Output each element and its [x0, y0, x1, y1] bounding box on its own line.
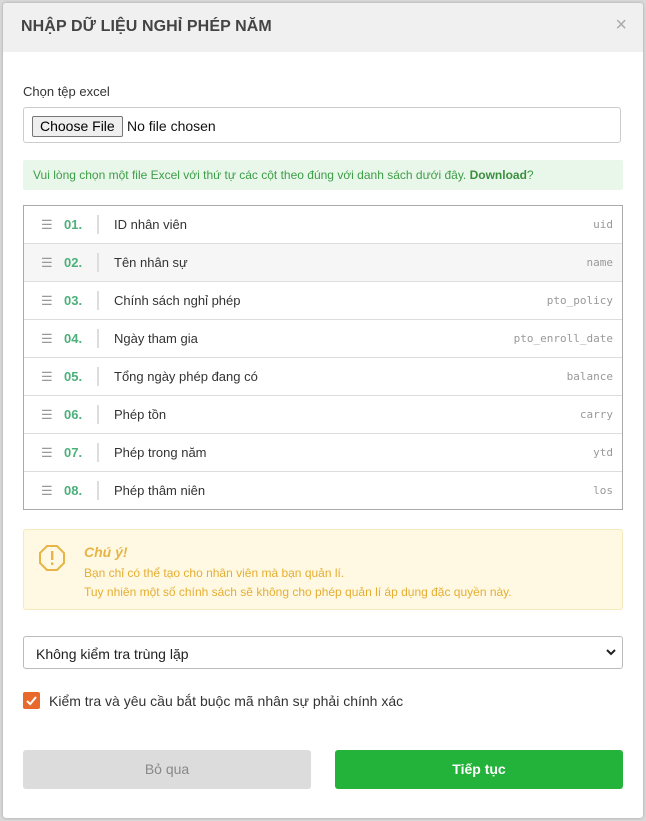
select-value: Không kiểm tra trùng lặp [36, 646, 189, 662]
column-key: name [586, 256, 614, 269]
info-message: Vui lòng chọn một file Excel với thứ tự … [23, 160, 623, 190]
column-name: Ngày tham gia [114, 331, 198, 346]
divider [97, 405, 99, 424]
column-number: 06. [64, 407, 83, 422]
column-order-list: ☰ 01. ID nhân viên uid ☰ 02. Tên nhân sự… [23, 205, 623, 510]
close-icon[interactable]: × [615, 15, 627, 35]
info-suffix: ? [526, 168, 534, 182]
drag-handle-icon[interactable]: ☰ [41, 217, 53, 233]
column-key: ytd [593, 446, 613, 459]
column-name: Phép tồn [114, 407, 167, 422]
column-number: 03. [64, 293, 83, 308]
duplicate-check-select[interactable]: Không kiểm tra trùng lặp [23, 636, 623, 669]
column-key: pto_enroll_date [513, 332, 613, 345]
column-row[interactable]: ☰ 04. Ngày tham gia pto_enroll_date [24, 320, 622, 358]
column-name: Chính sách nghỉ phép [114, 293, 241, 308]
column-name: ID nhân viên [114, 217, 187, 232]
divider [97, 443, 99, 462]
drag-handle-icon[interactable]: ☰ [41, 255, 53, 271]
checkmark-icon [26, 696, 37, 706]
column-number: 04. [64, 331, 83, 346]
column-row[interactable]: ☰ 02. Tên nhân sự name [24, 244, 622, 282]
skip-button[interactable]: Bỏ qua [23, 750, 311, 789]
drag-handle-icon[interactable]: ☰ [41, 445, 53, 461]
strict-check-checkbox[interactable] [23, 692, 40, 709]
file-input[interactable]: Choose File No file chosen [23, 107, 621, 143]
file-status: No file chosen [127, 118, 216, 134]
column-name: Tên nhân sự [114, 255, 188, 270]
column-key: uid [593, 218, 613, 231]
drag-handle-icon[interactable]: ☰ [41, 331, 53, 347]
choose-file-button[interactable]: Choose File [32, 116, 123, 137]
divider [97, 481, 99, 500]
strict-check-label[interactable]: Kiểm tra và yêu cầu bắt buộc mã nhân sự … [49, 693, 403, 709]
warning-box: Chú ý! Bạn chỉ có thể tạo cho nhân viên … [23, 529, 623, 610]
info-text: Vui lòng chọn một file Excel với thứ tự … [33, 168, 470, 182]
modal-title: NHẬP DỮ LIỆU NGHỈ PHÉP NĂM [21, 18, 272, 35]
column-name: Phép trong năm [114, 445, 207, 460]
download-link[interactable]: Download [470, 168, 527, 182]
divider [97, 291, 99, 310]
column-key: los [593, 484, 613, 497]
divider [97, 215, 99, 234]
warning-line: Bạn chỉ có thể tạo cho nhân viên mà bạn … [84, 566, 345, 580]
column-row[interactable]: ☰ 01. ID nhân viên uid [24, 206, 622, 244]
column-number: 08. [64, 483, 83, 498]
divider [97, 329, 99, 348]
divider [97, 253, 99, 272]
drag-handle-icon[interactable]: ☰ [41, 407, 53, 423]
column-row[interactable]: ☰ 08. Phép thâm niên los [24, 472, 622, 509]
column-number: 02. [64, 255, 83, 270]
column-number: 05. [64, 369, 83, 384]
drag-handle-icon[interactable]: ☰ [41, 369, 53, 385]
divider [97, 367, 99, 386]
warning-octagon-icon [39, 545, 65, 571]
drag-handle-icon[interactable]: ☰ [41, 293, 53, 309]
column-key: carry [579, 408, 613, 421]
import-pto-modal: NHẬP DỮ LIỆU NGHỈ PHÉP NĂM × Chọn tệp ex… [3, 3, 643, 818]
drag-handle-icon[interactable]: ☰ [41, 483, 53, 499]
column-row[interactable]: ☰ 07. Phép trong năm ytd [24, 434, 622, 472]
column-row[interactable]: ☰ 03. Chính sách nghỉ phép pto_policy [24, 282, 622, 320]
column-name: Phép thâm niên [114, 483, 206, 498]
continue-button[interactable]: Tiếp tục [335, 750, 623, 789]
chevron-down-icon [606, 649, 616, 656]
column-row[interactable]: ☰ 06. Phép tồn carry [24, 396, 622, 434]
warning-title: Chú ý! [84, 544, 128, 560]
column-number: 07. [64, 445, 83, 460]
column-name: Tổng ngày phép đang có [114, 369, 258, 384]
modal-header: NHẬP DỮ LIỆU NGHỈ PHÉP NĂM × [3, 3, 643, 52]
file-input-label: Chọn tệp excel [23, 84, 110, 99]
column-key: balance [566, 370, 613, 383]
warning-line: Tuy nhiên một số chính sách sẽ không cho… [84, 585, 512, 599]
column-key: pto_policy [546, 294, 613, 307]
column-number: 01. [64, 217, 83, 232]
column-row[interactable]: ☰ 05. Tổng ngày phép đang có balance [24, 358, 622, 396]
